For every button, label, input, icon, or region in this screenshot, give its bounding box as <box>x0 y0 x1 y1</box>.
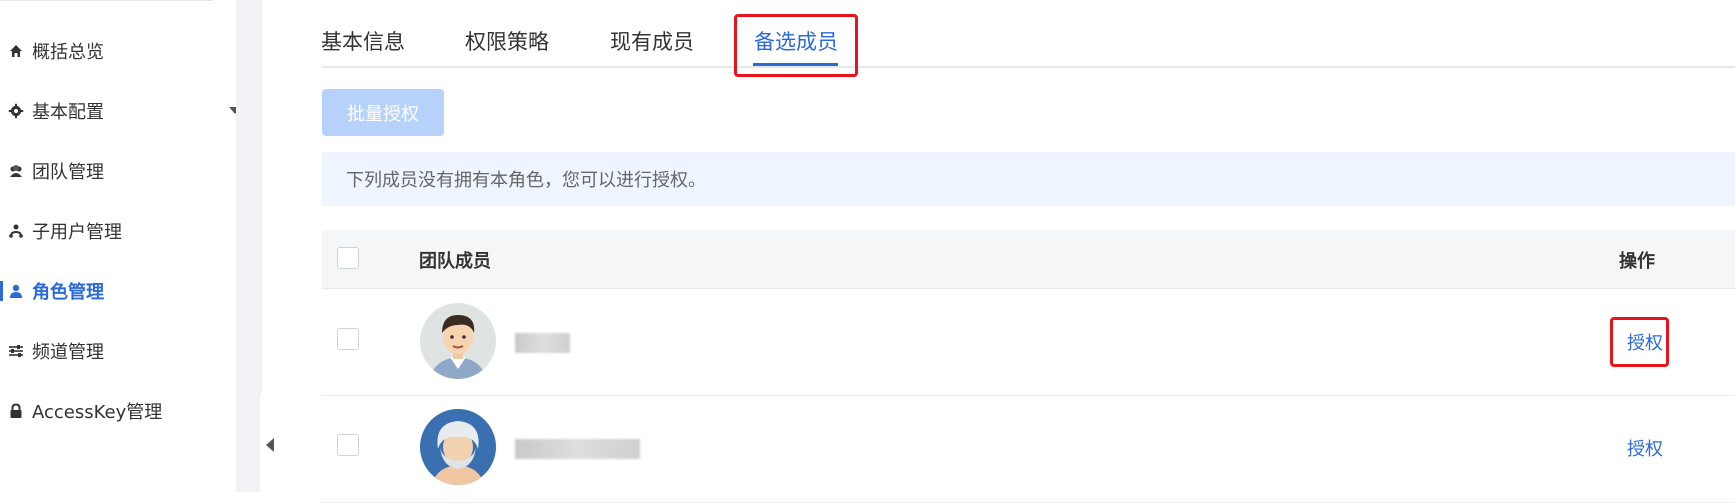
sidebar-item-basic-config[interactable]: 基本配置 <box>0 91 236 131</box>
tab-permission-policy[interactable]: 权限策略 <box>465 26 549 56</box>
highlight-box <box>1610 317 1669 367</box>
sidebar-item-overview[interactable]: 概括总览 <box>0 31 236 71</box>
sliders-icon <box>9 345 23 357</box>
home-icon <box>10 45 22 57</box>
divider <box>0 0 213 1</box>
sitemap-icon <box>9 224 23 238</box>
sidebar: 概括总览 基本配置 团队管理 子用户管理 角色管理 频道管理 AccessKey… <box>0 0 241 492</box>
highlight-box <box>734 14 858 77</box>
sidebar-separator <box>236 0 262 492</box>
row-checkbox[interactable] <box>337 328 359 350</box>
sidebar-item-label: 团队管理 <box>32 162 104 183</box>
table-header: 团队成员 操作 <box>322 230 1735 289</box>
tab-basic-info[interactable]: 基本信息 <box>321 26 405 56</box>
info-notice: 下列成员没有拥有本角色，您可以进行授权。 <box>322 152 1735 206</box>
sidebar-item-label: 子用户管理 <box>32 222 122 243</box>
sidebar-item-label: 角色管理 <box>32 282 104 303</box>
column-header-action: 操作 <box>1619 251 1655 272</box>
row-checkbox[interactable] <box>337 434 359 456</box>
male-avatar-icon <box>430 315 486 379</box>
chevron-left-icon[interactable] <box>266 438 274 452</box>
member-name-blurred <box>515 439 640 459</box>
sidebar-item-label: 概括总览 <box>32 42 104 63</box>
sidebar-item-label: 频道管理 <box>32 342 104 363</box>
sidebar-item-sub-users[interactable]: 子用户管理 <box>0 211 236 251</box>
select-all-checkbox[interactable] <box>337 247 359 269</box>
member-name-blurred <box>515 333 570 353</box>
user-icon <box>10 284 22 298</box>
sidebar-item-accesskey[interactable]: AccessKey管理 <box>0 391 236 431</box>
sidebar-item-label: 基本配置 <box>32 102 104 123</box>
authorize-link[interactable]: 授权 <box>1627 435 1663 461</box>
batch-authorize-button[interactable]: 批量授权 <box>322 89 444 136</box>
gear-icon <box>8 103 24 119</box>
sidebar-item-label: AccessKey管理 <box>32 402 163 423</box>
lock-icon <box>10 403 22 418</box>
notice-text: 下列成员没有拥有本角色，您可以进行授权。 <box>346 170 706 191</box>
table-row: 授权 <box>322 289 1735 396</box>
table-row: 授权 <box>322 396 1735 503</box>
avatar <box>420 303 496 379</box>
avatar <box>420 409 496 485</box>
sidebar-item-channels[interactable]: 频道管理 <box>0 331 236 371</box>
tab-current-members[interactable]: 现有成员 <box>610 26 694 56</box>
sidebar-item-roles[interactable]: 角色管理 <box>0 271 236 311</box>
elder-avatar-icon <box>432 421 484 485</box>
sidebar-item-team[interactable]: 团队管理 <box>0 151 236 191</box>
column-header-member: 团队成员 <box>419 251 491 272</box>
team-icon <box>10 165 22 177</box>
